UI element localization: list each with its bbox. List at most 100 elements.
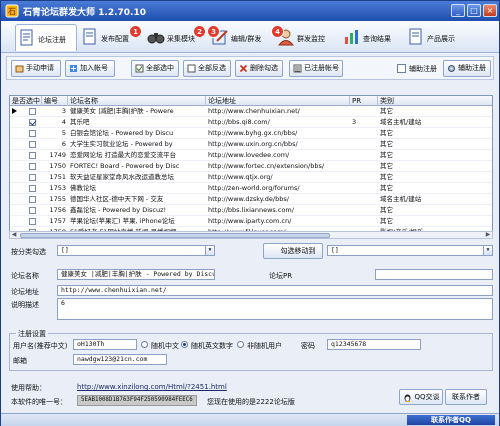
table-cell-pr	[350, 128, 378, 139]
table-cell-cat: 其它	[380, 206, 393, 214]
row-checkbox[interactable]	[29, 141, 36, 148]
tab-monitor[interactable]: 群发监控 4	[271, 24, 339, 51]
row-checkbox[interactable]	[29, 152, 36, 159]
column-header[interactable]: 类别	[378, 96, 492, 106]
horizontal-scrollbar[interactable]: ◀ ▶	[9, 231, 493, 239]
app-icon: 石	[5, 4, 19, 18]
add-account-button[interactable]: 加入帐号	[65, 60, 115, 77]
unique-code-field[interactable]: 5EAB1008D1B763F94F250590984FEEC6	[77, 395, 197, 406]
table-cell-pr	[350, 106, 378, 117]
tab-register[interactable]: 论坛注册	[15, 24, 77, 51]
table-row[interactable]: 1753 佛教论坛 http://zen-world.org/forums/其它	[10, 183, 492, 194]
column-header[interactable]: 论坛名称	[68, 96, 206, 106]
row-checkbox[interactable]	[29, 163, 36, 170]
table-cell-name: 苹果论坛(苹果汇) 苹果, iPhone论坛	[70, 217, 175, 225]
table-row[interactable]: 4 其乐吧 http://bbs.qi8.com/3 域名主机/建站	[10, 117, 492, 128]
table-row[interactable]: 6 大学生实习就业论坛 - Powered by http://www.uxin.o…	[10, 139, 492, 150]
category-select[interactable]: [] ▼	[57, 245, 215, 256]
table-row[interactable]: 3 健康美女 |减肥|丰胸|护肤 - Powere http://www.chenh…	[10, 106, 492, 117]
table-row[interactable]: 1757 苹果论坛(苹果汇) 苹果, iPhone论坛 http://www.ipa…	[10, 216, 492, 227]
scroll-thumb[interactable]	[20, 233, 330, 238]
table-row[interactable]: 1750 FORTEC! Board - Powered by Disc http:…	[10, 161, 492, 172]
forum-pr-field[interactable]	[375, 269, 493, 280]
table-cell-id: 6	[61, 140, 66, 148]
row-checkbox[interactable]	[29, 119, 36, 126]
title-bar[interactable]: 石 石青论坛群发大师 1.2.70.10 _ □ ×	[1, 1, 499, 21]
row-checkbox[interactable]	[29, 207, 36, 214]
table-cell-cat: 其它	[380, 162, 393, 170]
contact-qq-label[interactable]: 联系作者QQ	[407, 415, 495, 425]
table-row[interactable]: 1751 软天益证星家堂命风水改运道教总坛 http://www.qtjx.org/…	[10, 172, 492, 183]
random-english-radio[interactable]	[181, 341, 188, 348]
row-checkbox[interactable]	[29, 130, 36, 137]
table-cell-name: 鑫磊论坛 - Powered by Discuz!	[70, 206, 167, 214]
help-link[interactable]: http://www.xinzilong.com/Html/?2451.html	[77, 383, 227, 391]
invert-all-button[interactable]: 全部反选	[183, 60, 231, 77]
gear-icon	[448, 65, 455, 72]
table-row[interactable]: 1756 鑫磊论坛 - Powered by Discuz! http://bbs.…	[10, 205, 492, 216]
table-cell-id: 3	[61, 107, 66, 115]
table-cell-cat: 其它	[380, 151, 393, 159]
row-checkbox[interactable]	[29, 196, 36, 203]
random-chinese-radio[interactable]	[141, 341, 148, 348]
email-field[interactable]: nawdgw123@21cn.com	[73, 354, 167, 365]
tab-collect-module[interactable]: 采集模块 2	[145, 24, 207, 51]
table-row[interactable]: 1755 德国华人社区-德中天下网 - 交友 http://www.dzsky.de…	[10, 194, 492, 205]
table-row[interactable]: 5 白银会馆论坛 - Powered by Discu http://www.byh…	[10, 128, 492, 139]
manual-apply-button[interactable]: 手动申请	[11, 60, 61, 77]
close-button[interactable]: ×	[483, 4, 497, 17]
qq-penguin-icon	[404, 394, 411, 402]
minimize-button[interactable]: _	[451, 4, 465, 17]
description-field[interactable]: 6	[57, 298, 493, 320]
bar-chart-icon	[345, 30, 358, 44]
table-cell-id: 1750	[49, 162, 66, 170]
row-checkbox[interactable]	[29, 174, 36, 181]
password-field[interactable]: q12345678	[327, 339, 421, 350]
column-header[interactable]: 是否选中	[10, 96, 42, 106]
table-cell-cat: 其它	[380, 173, 393, 181]
column-header[interactable]: PR	[350, 96, 378, 106]
unique-code-label: 本软件的唯一号：	[11, 398, 67, 406]
column-header[interactable]: 论坛地址	[206, 96, 350, 106]
move-target-select[interactable]: [] ▼	[327, 245, 493, 256]
chevron-down-icon: ▼	[483, 246, 492, 255]
table-row[interactable]: 1749 恋爱网论坛 打造最大的恋爱交流平台 http://www.lovedee.…	[10, 150, 492, 161]
forum-pr-label: 论坛PR	[269, 272, 293, 280]
scroll-left-icon[interactable]: ◀	[10, 232, 18, 238]
row-checkbox[interactable]	[29, 218, 36, 225]
assist-register-button[interactable]: 辅助注册	[443, 60, 491, 77]
assist-register-checkbox[interactable]	[397, 64, 406, 73]
table-cell-url: http://www.byhg.gx.cn/bbs/	[208, 129, 298, 137]
username-field[interactable]: oH130Th	[73, 339, 137, 350]
table-cell-cat: 其它	[380, 129, 393, 137]
table-cell-pr: 3	[352, 118, 357, 126]
tab-publish-config[interactable]: 发布配置 1	[79, 24, 143, 51]
move-checked-button[interactable]: 勾选移动到	[263, 243, 323, 259]
row-checkbox[interactable]	[29, 185, 36, 192]
row-checkbox[interactable]	[29, 108, 36, 115]
hand-icon	[15, 65, 24, 73]
select-all-button[interactable]: 全部选中	[131, 60, 179, 77]
tab-query-results[interactable]: 查询结果	[341, 24, 403, 51]
tab-edit-send[interactable]: 编辑/群发 3	[207, 24, 273, 51]
column-header[interactable]: 编号	[42, 96, 68, 106]
table-cell-name: 恋爱网论坛 打造最大的恋爱交流平台	[70, 151, 177, 159]
forum-count-text: 您现在使用的是2222论坛版	[207, 398, 295, 406]
tab-label: 群发监控	[297, 35, 325, 43]
forum-name-field[interactable]: 健康美女 |减肥|丰胸|护肤 - Powered by Discuz	[57, 269, 215, 280]
non-random-radio[interactable]	[237, 341, 244, 348]
forum-name-label: 论坛名称	[11, 272, 39, 280]
forum-table[interactable]: 是否选中 编号 论坛名称 论坛地址 PR 类别 3 健康美女 |减肥|丰胸|护肤 …	[9, 95, 493, 239]
forum-url-field[interactable]: http://www.chenhuixian.net/	[57, 285, 493, 296]
maximize-button[interactable]: □	[467, 4, 481, 17]
help-label: 使用帮助：	[11, 384, 46, 392]
tab-products[interactable]: 产品展示	[405, 24, 467, 51]
contact-author-button[interactable]: 联系作者	[445, 389, 487, 405]
table-cell-url: http://www.chenhuixian.net/	[208, 107, 300, 115]
check-icon	[135, 64, 144, 73]
delete-checked-button[interactable]: 删除勾选	[235, 60, 283, 77]
qq-chat-button[interactable]: QQ交谈	[399, 389, 443, 405]
registered-accounts-button[interactable]: 已注册帐号	[289, 60, 343, 77]
scroll-right-icon[interactable]: ▶	[484, 232, 492, 238]
table-cell-name: FORTEC! Board - Powered by Disc	[70, 162, 180, 170]
